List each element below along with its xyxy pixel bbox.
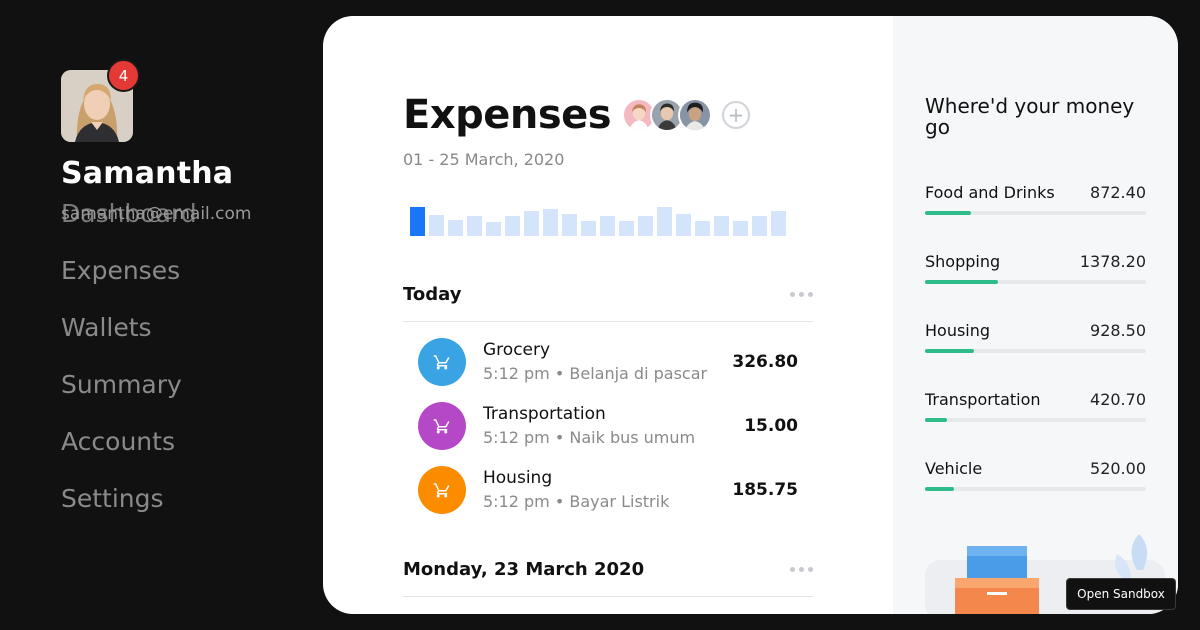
- nav-item-accounts[interactable]: Accounts: [61, 426, 197, 483]
- nav-item-expenses[interactable]: Expenses: [61, 255, 197, 312]
- spend-bar: [638, 216, 653, 236]
- category-name: Housing: [925, 321, 991, 340]
- spend-bar: [524, 211, 539, 236]
- spend-bar: [771, 211, 786, 236]
- spend-bar: [581, 221, 596, 236]
- cart-icon: [418, 402, 466, 450]
- daily-spend-bars: [410, 207, 786, 236]
- spend-bar: [619, 221, 634, 236]
- profile-avatar-wrap[interactable]: 4: [61, 59, 140, 142]
- add-member-button[interactable]: +: [722, 101, 750, 129]
- category-progress: [925, 418, 1146, 422]
- category-progress: [925, 349, 1146, 353]
- more-icon[interactable]: [790, 292, 813, 297]
- category-row[interactable]: Housing 928.50: [925, 321, 1146, 361]
- category-progress: [925, 280, 1146, 284]
- open-sandbox-button[interactable]: Open Sandbox: [1066, 578, 1176, 610]
- transaction-meta: 5:12 pm • Belanja di pascar: [483, 364, 708, 383]
- transaction-amount: 185.75: [732, 480, 798, 500]
- category-progress-fill: [925, 349, 974, 353]
- more-icon[interactable]: [790, 567, 813, 572]
- category-value: 420.70: [1090, 390, 1146, 409]
- transaction-amount: 326.80: [732, 352, 798, 372]
- category-value: 928.50: [1090, 321, 1146, 340]
- member-avatar[interactable]: [678, 98, 712, 132]
- spend-bar: [657, 207, 672, 236]
- spend-bar: [410, 207, 425, 236]
- category-progress-fill: [925, 487, 954, 491]
- spend-bar: [505, 216, 520, 236]
- category-progress: [925, 487, 1146, 491]
- sidebar-nav: Dashboard Expenses Wallets Summary Accou…: [61, 198, 197, 540]
- spend-bar: [695, 221, 710, 236]
- user-email: samantha@email.com: [61, 204, 252, 224]
- transaction-row[interactable]: Housing 5:12 pm • Bayar Listrik 185.75: [418, 464, 798, 516]
- section-header: Monday, 23 March 2020: [403, 547, 813, 597]
- category-name: Transportation: [925, 390, 1041, 409]
- category-name: Food and Drinks: [925, 183, 1055, 202]
- user-name: Samantha: [61, 156, 234, 191]
- spend-bar: [733, 221, 748, 236]
- transaction-row[interactable]: Transportation 5:12 pm • Naik bus umum 1…: [418, 400, 798, 452]
- spend-bar: [448, 220, 463, 236]
- spend-bar: [714, 216, 729, 236]
- cart-icon: [418, 466, 466, 514]
- team-members: +: [622, 98, 750, 132]
- section-header: Today: [403, 272, 813, 322]
- transaction-name: Housing: [483, 468, 553, 488]
- nav-item-wallets[interactable]: Wallets: [61, 312, 197, 369]
- page-title: Expenses: [403, 92, 612, 138]
- spend-bar: [676, 214, 691, 236]
- category-progress: [925, 211, 1146, 215]
- plus-icon: +: [727, 103, 745, 127]
- spend-bar: [486, 222, 501, 236]
- spend-bar: [543, 209, 558, 236]
- spend-bar: [429, 215, 444, 236]
- category-progress-fill: [925, 418, 948, 422]
- main-panel: Expenses + 01 - 25 March, 2020 Today Gro…: [323, 16, 1178, 614]
- transaction-name: Transportation: [483, 404, 606, 424]
- category-value: 872.40: [1090, 183, 1146, 202]
- transaction-name: Grocery: [483, 340, 551, 360]
- nav-item-settings[interactable]: Settings: [61, 483, 197, 540]
- transaction-meta: 5:12 pm • Bayar Listrik: [483, 492, 670, 511]
- spend-bar: [562, 214, 577, 236]
- section-title: Today: [403, 284, 462, 305]
- transaction-row[interactable]: Grocery 5:12 pm • Belanja di pascar 326.…: [418, 336, 798, 388]
- transaction-meta: 5:12 pm • Naik bus umum: [483, 428, 696, 447]
- category-name: Vehicle: [925, 459, 983, 478]
- category-row[interactable]: Transportation 420.70: [925, 390, 1146, 430]
- category-row[interactable]: Food and Drinks 872.40: [925, 183, 1146, 223]
- category-name: Shopping: [925, 252, 1001, 271]
- date-range: 01 - 25 March, 2020: [403, 150, 565, 169]
- spend-bar: [467, 216, 482, 236]
- category-value: 520.00: [1090, 459, 1146, 478]
- category-progress-fill: [925, 280, 998, 284]
- nav-item-summary[interactable]: Summary: [61, 369, 197, 426]
- cart-icon: [418, 338, 466, 386]
- breakdown-title: Where'd your money go: [925, 94, 1135, 139]
- spend-bar: [752, 216, 767, 236]
- section-title: Monday, 23 March 2020: [403, 559, 645, 580]
- spending-breakdown: Where'd your money go Food and Drinks 87…: [893, 16, 1178, 614]
- notification-badge[interactable]: 4: [107, 59, 140, 92]
- category-row[interactable]: Shopping 1378.20: [925, 252, 1146, 292]
- category-progress-fill: [925, 211, 972, 215]
- category-row[interactable]: Vehicle 520.00: [925, 459, 1146, 499]
- category-value: 1378.20: [1079, 252, 1146, 271]
- spend-bar: [600, 216, 615, 236]
- transaction-amount: 15.00: [744, 416, 798, 436]
